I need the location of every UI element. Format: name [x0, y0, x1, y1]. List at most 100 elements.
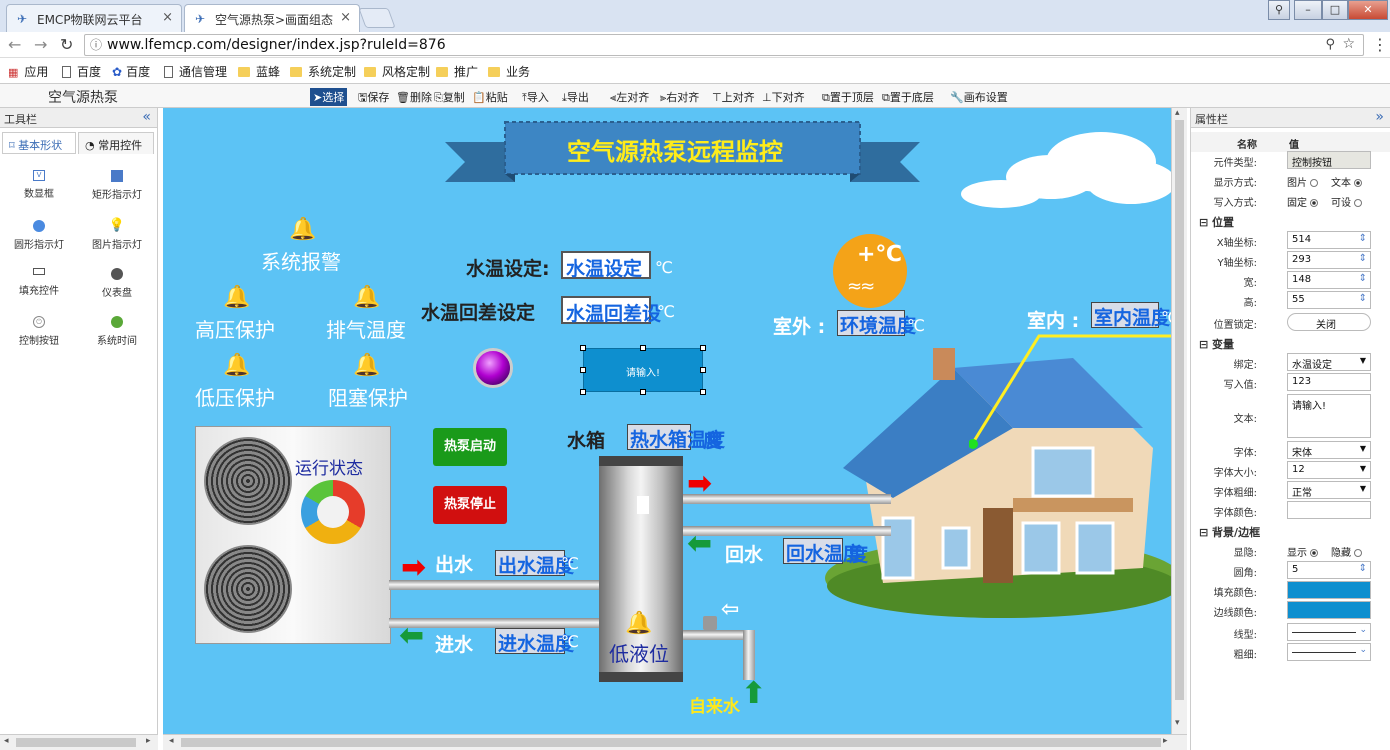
radio-fixed[interactable]: 固定	[1287, 194, 1322, 209]
inlet-temp-field[interactable]: 进水温度	[495, 628, 574, 655]
align-left-button[interactable]: ⫷左对齐	[610, 89, 649, 105]
resize-handle[interactable]	[700, 367, 706, 373]
lock-toggle[interactable]: 关闭	[1287, 313, 1371, 331]
resize-handle[interactable]	[580, 389, 586, 395]
scroll-thumb[interactable]	[181, 738, 1161, 747]
browser-tab-emcp[interactable]: ✈ EMCP物联网云平台 ×	[6, 4, 182, 32]
fill-color-picker[interactable]	[1287, 581, 1371, 599]
font-select[interactable]: 宋体	[1287, 441, 1371, 459]
scroll-down-icon[interactable]: ▾	[1175, 718, 1180, 728]
align-right-button[interactable]: ⫸右对齐	[660, 89, 699, 105]
radio-hide[interactable]: 隐藏	[1331, 544, 1366, 559]
section-position[interactable]: ⊟ 位置	[1199, 214, 1234, 230]
copy-button[interactable]: ⎘复制	[434, 89, 465, 105]
tool-control-button[interactable]: ⏻ 控制按钮	[4, 316, 74, 347]
resize-handle[interactable]	[640, 345, 646, 351]
write-value-input[interactable]: 123	[1287, 373, 1371, 391]
bookmark-lanfeng[interactable]: 蓝蜂	[238, 63, 280, 80]
close-window-button[interactable]: ✕	[1348, 0, 1388, 20]
bookmark-promo[interactable]: 推广	[436, 63, 478, 80]
radio-settable[interactable]: 可设	[1331, 194, 1366, 209]
maximize-button[interactable]: □	[1322, 0, 1348, 20]
select-tool-button[interactable]: ➤选择	[310, 88, 348, 106]
collapse-right-icon[interactable]: »	[1375, 109, 1384, 125]
collapse-left-icon[interactable]: «	[142, 109, 151, 125]
scroll-thumb[interactable]	[16, 738, 136, 747]
resize-handle[interactable]	[700, 389, 706, 395]
new-tab-button[interactable]	[358, 8, 396, 28]
line-style-select[interactable]: ⌄	[1287, 623, 1371, 641]
y-input[interactable]: 293	[1287, 251, 1371, 269]
canvas-settings-button[interactable]: 🔧画布设置	[950, 89, 1008, 105]
tool-system-time[interactable]: 系统时间	[82, 316, 152, 347]
border-color-picker[interactable]	[1287, 601, 1371, 619]
x-input[interactable]: 514	[1287, 231, 1371, 249]
scroll-thumb[interactable]	[1175, 120, 1184, 700]
water-diff-set-field[interactable]: 水温回差设	[561, 296, 661, 325]
radius-input[interactable]: 5	[1287, 561, 1371, 579]
radio-image[interactable]: 图片	[1287, 174, 1322, 189]
resize-handle[interactable]	[640, 389, 646, 395]
reload-icon[interactable]: ↻	[60, 35, 73, 54]
import-button[interactable]: ⤒导入	[522, 89, 549, 105]
tool-image-indicator[interactable]: 💡 图片指示灯	[82, 218, 152, 251]
start-pump-button[interactable]: 热泵启动	[433, 428, 507, 466]
forward-arrow-icon[interactable]: →	[34, 35, 47, 54]
tab-basic-shapes[interactable]: ⌑ 基本形状	[2, 132, 76, 154]
bookmark-business[interactable]: 业务	[488, 63, 530, 80]
bookmark-baidu-1[interactable]: 百度	[62, 63, 101, 80]
section-background-border[interactable]: ⊟ 背景/边框	[1199, 524, 1260, 540]
send-to-back-button[interactable]: ⧉置于底层	[882, 89, 934, 105]
tab-common-controls[interactable]: ◔ 常用控件	[78, 132, 154, 154]
bookmark-comm[interactable]: 通信管理	[164, 63, 227, 80]
delete-button[interactable]: 🗑删除	[396, 89, 432, 105]
minimize-button[interactable]: –	[1294, 0, 1322, 20]
font-weight-select[interactable]: 正常	[1287, 481, 1371, 499]
tool-circle-indicator[interactable]: 圆形指示灯	[4, 220, 74, 251]
line-width-select[interactable]: ⌄	[1287, 643, 1371, 661]
design-canvas[interactable]: 空气源热泵远程监控 🔔 系统报警 🔔 高压保护 🔔 排气温度 🔔 低压保护 🔔 …	[163, 108, 1171, 734]
width-input[interactable]: 148	[1287, 271, 1371, 289]
scroll-left-icon[interactable]: ◂	[169, 736, 174, 746]
menu-icon[interactable]: ⋮	[1372, 35, 1388, 54]
font-color-picker[interactable]	[1287, 501, 1371, 519]
outlet-temp-field[interactable]: 出水温度	[495, 550, 574, 577]
resize-handle[interactable]	[580, 367, 586, 373]
scroll-up-icon[interactable]: ▴	[1175, 108, 1180, 118]
bookmark-apps[interactable]: ▦ 应用	[8, 63, 48, 80]
export-button[interactable]: ⤓导出	[562, 89, 589, 105]
tool-fill-control[interactable]: 填充控件	[4, 268, 74, 297]
bookmark-system[interactable]: 系统定制	[290, 63, 356, 80]
scroll-left-icon[interactable]: ◂	[4, 736, 9, 746]
section-variable[interactable]: ⊟ 变量	[1199, 336, 1234, 352]
selected-input-control[interactable]: 请输入!	[583, 348, 703, 392]
user-profile-icon[interactable]: ⚲	[1268, 0, 1290, 20]
scroll-right-icon[interactable]: ▸	[1163, 736, 1168, 746]
tank-temp-field[interactable]: 热水箱温度	[627, 424, 725, 451]
return-temp-field[interactable]: 回水温度	[783, 538, 862, 565]
tab-close-icon[interactable]: ×	[340, 10, 351, 25]
canvas-vertical-scrollbar[interactable]: ▴ ▾	[1171, 108, 1187, 734]
align-top-button[interactable]: ⊤上对齐	[712, 89, 755, 105]
left-panel-scrollbar[interactable]: ◂ ▸	[0, 734, 158, 750]
tab-close-icon[interactable]: ×	[162, 10, 173, 25]
bind-select[interactable]: 水温设定	[1287, 353, 1371, 371]
resize-handle[interactable]	[700, 345, 706, 351]
stop-pump-button[interactable]: 热泵停止	[433, 486, 507, 524]
indoor-temp-field[interactable]: 室内温度	[1091, 302, 1170, 329]
text-textarea[interactable]: 请输入!	[1287, 394, 1371, 438]
radio-text[interactable]: 文本	[1331, 174, 1366, 189]
bookmark-baidu-2[interactable]: ✿ 百度	[112, 63, 150, 80]
height-input[interactable]: 55	[1287, 291, 1371, 309]
align-bottom-button[interactable]: ⊥下对齐	[762, 89, 805, 105]
resize-handle[interactable]	[580, 345, 586, 351]
bookmark-style[interactable]: 风格定制	[364, 63, 430, 80]
radio-show[interactable]: 显示	[1287, 544, 1322, 559]
back-arrow-icon[interactable]: ←	[8, 35, 21, 54]
url-input[interactable]: ⓘ www.lfemcp.com/designer/index.jsp?rule…	[84, 34, 1364, 56]
water-temp-set-field[interactable]: 水温设定	[561, 251, 651, 280]
zoom-icon[interactable]: ⚲	[1325, 35, 1335, 55]
font-size-select[interactable]: 12	[1287, 461, 1371, 479]
tool-digital-display[interactable]: V 数显框	[4, 170, 74, 200]
tool-gauge[interactable]: 仪表盘	[82, 268, 152, 299]
